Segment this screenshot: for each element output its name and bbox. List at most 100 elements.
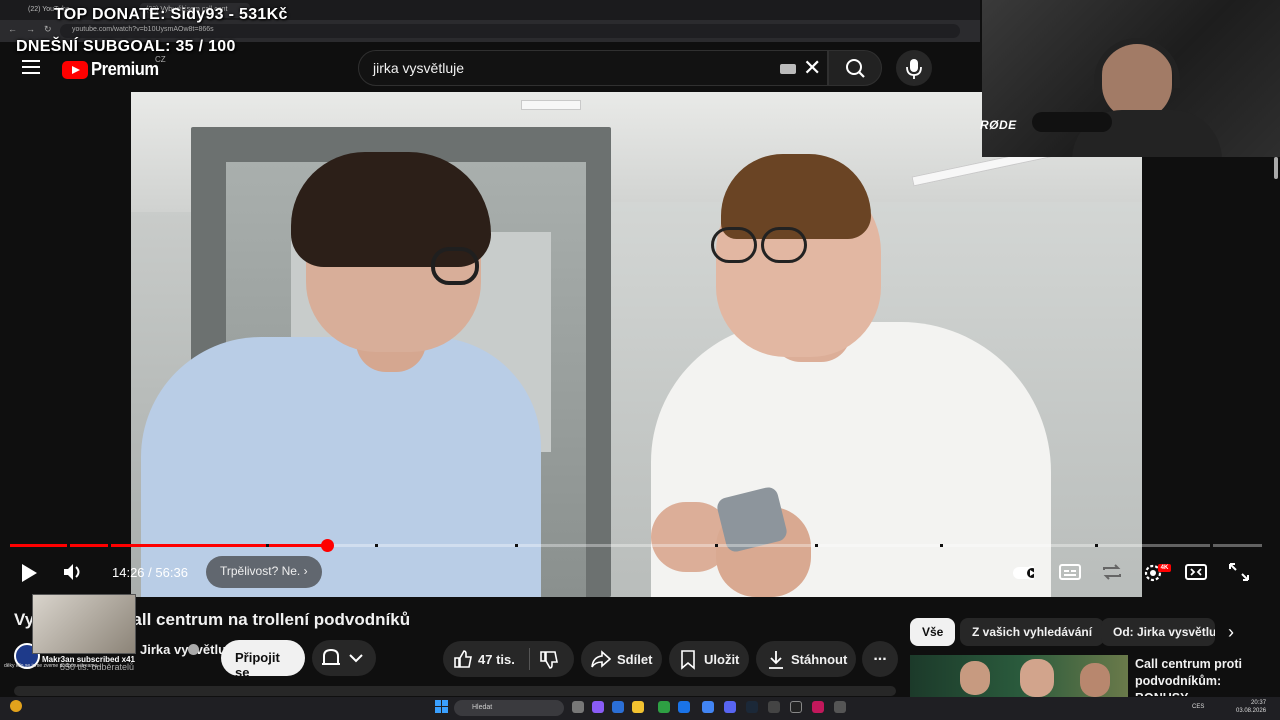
search-icon	[846, 59, 865, 78]
fullscreen-icon[interactable]	[1228, 562, 1250, 582]
person-left-glasses	[431, 247, 479, 285]
screen: (22) YouTube (22) Vybudil jsem call cent…	[0, 0, 1280, 720]
save-label: Uložit	[704, 652, 740, 667]
app-icon[interactable]	[768, 701, 780, 713]
description-box[interactable]	[14, 686, 896, 696]
divider	[529, 648, 530, 670]
chip-all[interactable]: Vše	[910, 618, 956, 646]
recommended-title[interactable]: Call centrum proti podvodníkům: BONUSY	[1135, 656, 1275, 696]
clock-date: 03.08.2026	[1236, 708, 1267, 714]
top-donate-overlay: TOP DONATE: Sidy93 - 531Kč	[54, 6, 288, 23]
windows-start-icon[interactable]	[435, 700, 449, 714]
save-button[interactable]: Uložit	[669, 641, 749, 677]
chapter-marker	[375, 544, 378, 547]
loop-icon[interactable]	[1101, 562, 1123, 582]
duration: 56:36	[155, 565, 188, 580]
weather-icon[interactable]	[10, 700, 22, 712]
logo-text: Premium	[91, 59, 159, 79]
back-icon[interactable]: ←	[8, 24, 17, 34]
progress-scrubber[interactable]	[321, 539, 334, 552]
chapter-marker	[1210, 544, 1213, 547]
app-icon[interactable]	[812, 701, 824, 713]
youtube-play-logo-icon	[62, 60, 88, 79]
app-icon[interactable]	[592, 701, 604, 713]
chapter-marker	[940, 544, 943, 547]
subgoal-overlay: DNEŠNÍ SUBGOAL: 35 / 100	[16, 38, 236, 55]
captions-icon[interactable]	[1059, 562, 1081, 582]
video-frame[interactable]	[131, 92, 1142, 597]
progress-played	[10, 544, 327, 547]
chapter-marker	[715, 544, 718, 547]
alert-fine-print: děky kilo se jsme zveme podporu streamu.…	[4, 663, 102, 669]
chapter-marker	[1095, 544, 1098, 547]
obs-icon[interactable]	[790, 701, 802, 713]
search-button[interactable]	[828, 50, 882, 86]
voice-search-button[interactable]	[896, 50, 932, 86]
address-bar[interactable]: youtube.com/watch?v=b10UysmAOw8t=866s	[60, 24, 960, 38]
person-right-glasses	[761, 227, 807, 263]
hamburger-menu-icon[interactable]	[22, 60, 40, 74]
microphone-arm	[1032, 112, 1112, 132]
app-icon[interactable]	[658, 701, 670, 713]
download-button[interactable]: Stáhnout	[756, 641, 856, 677]
current-time: 14:26	[112, 565, 145, 580]
share-icon	[591, 650, 611, 668]
chevron-right-icon[interactable]: ›	[1228, 622, 1234, 643]
like-dislike-group: 47 tis.	[443, 641, 574, 677]
quality-badge: 4K	[1158, 564, 1171, 572]
time-display: 14:26 / 56:36	[112, 565, 188, 580]
share-label: Sdílet	[617, 652, 653, 667]
thumbs-up-icon[interactable]	[453, 649, 473, 669]
verified-badge-icon	[188, 644, 199, 655]
download-icon	[769, 651, 783, 669]
app-icon[interactable]	[834, 701, 846, 713]
microphone-icon	[906, 59, 922, 79]
time-separator: /	[148, 565, 152, 580]
headphones-icon	[1094, 38, 1180, 88]
chapter-label: Trpělivost? Ne.	[220, 564, 301, 578]
taskbar-clock[interactable]: 20:37 03.08.2026	[1236, 699, 1266, 715]
reload-icon[interactable]: ↻	[44, 24, 52, 35]
app-icon[interactable]	[612, 701, 624, 713]
steam-icon[interactable]	[746, 701, 758, 713]
subscriber-alert-image	[32, 594, 136, 654]
chapter-button[interactable]: Trpělivost? Ne. ›	[206, 556, 322, 588]
task-view-icon[interactable]	[572, 701, 584, 713]
like-count[interactable]: 47 tis.	[478, 652, 515, 667]
thumbs-down-icon[interactable]	[539, 650, 559, 670]
youtube-logo[interactable]: Premium	[62, 59, 165, 80]
recommended-thumbnail[interactable]	[910, 655, 1128, 699]
keyboard-icon[interactable]	[780, 64, 796, 74]
chip-from-channel[interactable]: Od: Jirka vysvětlu	[1101, 618, 1215, 646]
keyboard-language[interactable]: CES	[1192, 704, 1204, 710]
thumbnail-face	[1020, 659, 1054, 697]
edge-icon[interactable]	[678, 701, 690, 713]
discord-icon[interactable]	[724, 701, 736, 713]
clock-time: 20:37	[1251, 700, 1267, 706]
mic-brand-label: RØDE	[980, 118, 1017, 132]
country-code: CZ	[155, 55, 166, 64]
forward-icon[interactable]: →	[26, 24, 35, 34]
bookmark-icon	[681, 650, 695, 670]
clear-search-icon[interactable]: ✕	[803, 56, 821, 80]
join-button[interactable]: Připojit se	[221, 640, 305, 680]
more-actions-button[interactable]: ...	[862, 641, 898, 677]
chip-from-searches[interactable]: Z vašich vyhledávání	[960, 618, 1105, 646]
video-ceiling-light	[521, 100, 581, 110]
notifications-button[interactable]	[312, 640, 376, 676]
share-button[interactable]: Sdílet	[581, 641, 662, 677]
search-input[interactable]: jirka vysvětluje	[358, 50, 828, 86]
folder-icon[interactable]	[632, 701, 644, 713]
taskbar-search[interactable]: Hledat	[454, 700, 564, 716]
volume-icon[interactable]	[62, 562, 84, 582]
person-left-shirt	[141, 337, 541, 597]
thumbnail-face	[960, 661, 990, 695]
autoplay-toggle-icon[interactable]	[1012, 564, 1034, 584]
chrome-icon[interactable]	[702, 701, 714, 713]
theater-mode-icon[interactable]	[1185, 562, 1207, 582]
chapter-marker	[266, 544, 269, 547]
chapter-marker	[67, 544, 70, 547]
page-scrollbar[interactable]	[1274, 157, 1278, 179]
thumbnail-face	[1080, 663, 1110, 697]
play-icon[interactable]	[20, 563, 38, 583]
